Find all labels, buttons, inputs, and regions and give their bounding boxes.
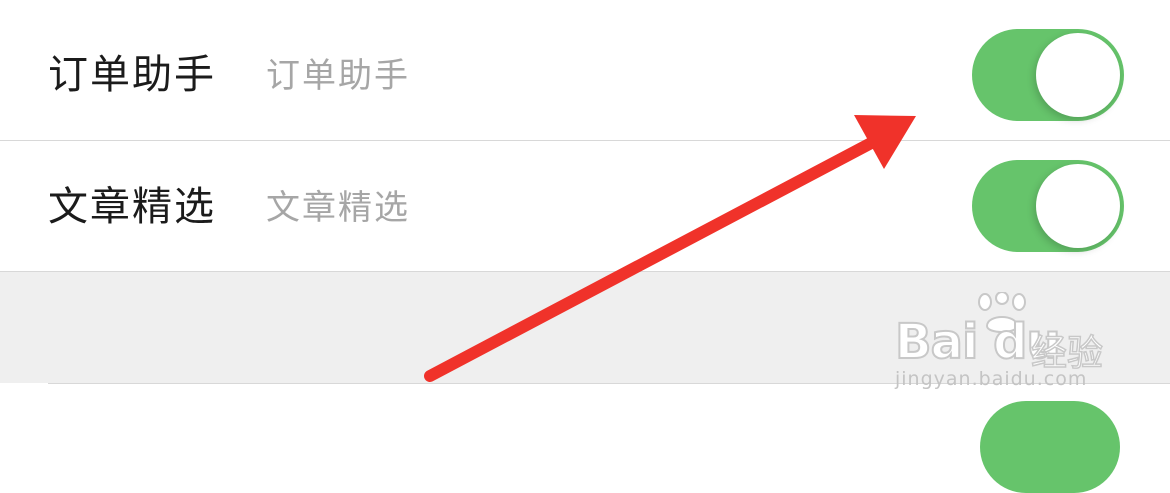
- row-subtitle: 文章精选: [266, 188, 410, 228]
- row-divider: [48, 383, 1170, 384]
- toggle-knob: [1036, 164, 1120, 248]
- toggle-knob: [1036, 33, 1120, 117]
- row-title: 文章精选: [48, 184, 216, 230]
- partial-toggle[interactable]: [980, 401, 1120, 493]
- article-picks-toggle[interactable]: [972, 160, 1124, 252]
- section-gap: [0, 272, 1170, 383]
- settings-row-order-assistant[interactable]: 订单助手 订单助手: [0, 10, 1170, 141]
- row-title: 订单助手: [48, 52, 216, 98]
- settings-row-article-picks[interactable]: 文章精选 文章精选: [0, 141, 1170, 272]
- order-assistant-toggle[interactable]: [972, 29, 1124, 121]
- row-subtitle: 订单助手: [266, 56, 410, 96]
